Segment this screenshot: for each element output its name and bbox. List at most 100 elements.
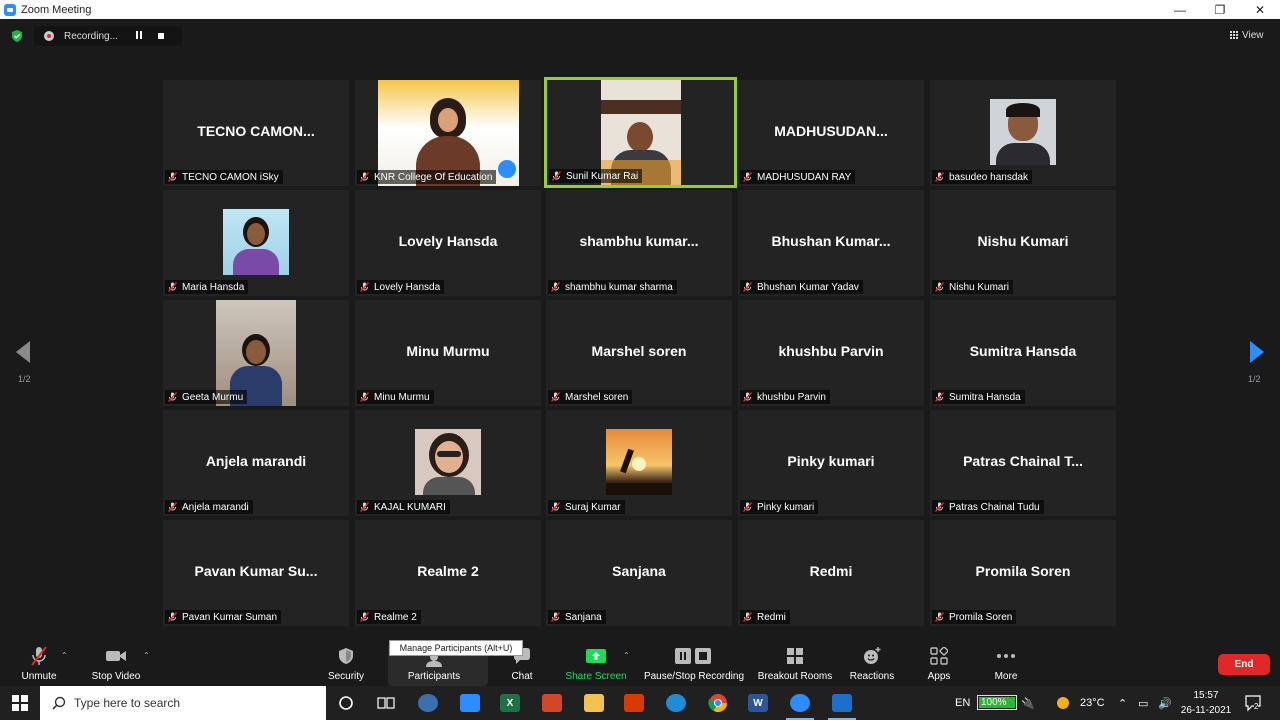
notification-count: 2: [1254, 702, 1259, 711]
participant-tile[interactable]: Sumitra Hansda Sumitra Hansda: [930, 300, 1116, 406]
participant-tile[interactable]: KAJAL KUMARI: [355, 410, 541, 516]
windows-start-icon[interactable]: [0, 686, 40, 720]
participant-tile[interactable]: Marshel soren Marshel soren: [546, 300, 732, 406]
weather-icon[interactable]: [1054, 686, 1072, 720]
file-explorer-icon[interactable]: [574, 686, 614, 720]
edge-browser-icon[interactable]: [656, 686, 696, 720]
view-button[interactable]: View: [1230, 27, 1264, 43]
previous-page-arrow-icon[interactable]: [16, 341, 30, 363]
pause-stop-icon: [674, 645, 714, 667]
participant-name-label: Geeta Murmu: [165, 390, 248, 404]
participant-tile[interactable]: TECNO CAMON... TECNO CAMON iSky: [163, 80, 349, 186]
participant-tile[interactable]: Maria Hansda: [163, 190, 349, 296]
taskbar-clock[interactable]: 15:57 26-11-2021: [1178, 688, 1234, 718]
end-meeting-button[interactable]: End: [1218, 654, 1270, 675]
participant-name-label: Patras Chainal Tudu: [932, 500, 1044, 514]
word-app-icon[interactable]: W: [738, 686, 778, 720]
next-page-arrow-icon[interactable]: [1250, 341, 1264, 363]
video-options-chevron-icon[interactable]: ⌃: [143, 651, 151, 660]
share-options-chevron-icon[interactable]: ⌃: [623, 651, 631, 660]
reactions-button[interactable]: Reactions: [848, 639, 896, 686]
more-dots-icon: [993, 645, 1019, 667]
stop-recording-icon[interactable]: [158, 33, 164, 39]
participant-tile[interactable]: Anjela marandi Anjela marandi: [163, 410, 349, 516]
participant-tile[interactable]: Nishu Kumari Nishu Kumari: [930, 190, 1116, 296]
participant-tile[interactable]: shambhu kumar... shambhu kumar sharma: [546, 190, 732, 296]
security-button[interactable]: Security: [326, 639, 366, 686]
cortana-circle-icon[interactable]: [326, 686, 366, 720]
store-app-icon[interactable]: [450, 686, 490, 720]
show-hidden-icons-chevron-icon[interactable]: ⌃: [1118, 686, 1127, 720]
participant-name: Sumitra Hansda: [949, 391, 1021, 403]
participant-tile[interactable]: Pavan Kumar Su... Pavan Kumar Suman: [163, 520, 349, 626]
share-screen-button[interactable]: Share Screen: [562, 639, 630, 686]
participant-tile[interactable]: Patras Chainal T... Patras Chainal Tudu: [930, 410, 1116, 516]
unmute-button[interactable]: Unmute: [18, 639, 60, 686]
zoom-app-icon[interactable]: [780, 686, 820, 720]
participant-name-label: KNR College Of Education: [357, 170, 497, 184]
muted-mic-icon: [934, 612, 945, 622]
participant-tile[interactable]: Suraj Kumar: [546, 410, 732, 516]
participant-tile[interactable]: Geeta Murmu: [163, 300, 349, 406]
media-app-icon[interactable]: [408, 686, 448, 720]
muted-mic-icon: [167, 172, 178, 182]
participant-tile[interactable]: Bhushan Kumar... Bhushan Kumar Yadav: [738, 190, 924, 296]
office-app-icon[interactable]: [614, 686, 654, 720]
participant-display-name: TECNO CAMON...: [197, 123, 315, 139]
encryption-shield-icon[interactable]: [10, 29, 24, 43]
chrome-browser-icon[interactable]: [698, 686, 738, 720]
participant-tile[interactable]: Promila Soren Promila Soren: [930, 520, 1116, 626]
app-red-icon[interactable]: [532, 686, 572, 720]
participant-tile[interactable]: Minu Murmu Minu Murmu: [355, 300, 541, 406]
participant-video: [606, 429, 672, 495]
participant-name: Pinky kumari: [757, 501, 815, 513]
task-view-icon[interactable]: [366, 686, 406, 720]
volume-icon[interactable]: 🔊: [1158, 686, 1172, 720]
muted-mic-icon: [359, 282, 370, 292]
participant-tile[interactable]: khushbu Parvin khushbu Parvin: [738, 300, 924, 406]
temperature[interactable]: 23°C: [1080, 686, 1105, 720]
taskbar-search-box[interactable]: Type here to search: [40, 686, 326, 720]
excel-app-icon[interactable]: X: [490, 686, 530, 720]
zoom-meeting-app-icon[interactable]: [822, 686, 862, 720]
stop-video-button[interactable]: Stop Video: [90, 639, 142, 686]
participant-name-label: Lovely Hansda: [357, 280, 445, 294]
minimize-button[interactable]: —: [1160, 0, 1200, 19]
notifications-icon[interactable]: 2: [1244, 686, 1264, 720]
muted-mic-icon: [26, 645, 52, 667]
participant-tile[interactable]: KNR College Of Education: [355, 80, 541, 186]
zoom-logo-icon: [4, 3, 16, 16]
muted-mic-icon: [550, 282, 561, 292]
participant-tile[interactable]: MADHUSUDAN... MADHUSUDAN RAY: [738, 80, 924, 186]
participant-display-name: shambhu kumar...: [579, 233, 699, 249]
participant-tile[interactable]: Redmi Redmi: [738, 520, 924, 626]
apps-button[interactable]: Apps: [922, 639, 956, 686]
participant-tile[interactable]: basudeo hansdak: [930, 80, 1116, 186]
language-indicator[interactable]: EN: [955, 686, 970, 720]
participant-name-label: Promila Soren: [932, 610, 1017, 624]
pause-recording-icon[interactable]: [134, 31, 144, 41]
window-titlebar: Zoom Meeting — ❐ ✕: [0, 0, 1280, 19]
participant-tile[interactable]: Realme 2 Realme 2: [355, 520, 541, 626]
battery-indicator[interactable]: 100%: [977, 695, 1017, 710]
participant-name-label: Suraj Kumar: [548, 500, 625, 514]
participant-display-name: Redmi: [809, 563, 853, 579]
audio-options-chevron-icon[interactable]: ⌃: [61, 651, 69, 660]
battery-tray-icon[interactable]: ▭: [1138, 686, 1148, 720]
participant-name-label: KAJAL KUMARI: [357, 500, 450, 514]
unmute-label: Unmute: [21, 671, 57, 682]
grid-icon: [1230, 30, 1239, 40]
maximize-button[interactable]: ❐: [1200, 0, 1240, 19]
participant-tile[interactable]: Sunil Kumar Rai: [544, 77, 737, 188]
more-button[interactable]: More: [988, 639, 1024, 686]
participant-tile[interactable]: Lovely Hansda Lovely Hansda: [355, 190, 541, 296]
muted-mic-icon: [742, 502, 753, 512]
clock-time: 15:57: [1193, 690, 1219, 701]
participant-tile[interactable]: Sanjana Sanjana: [546, 520, 732, 626]
pause-stop-recording-button[interactable]: Pause/Stop Recording: [642, 639, 746, 686]
pause-stop-recording-label: Pause/Stop Recording: [643, 671, 745, 682]
participant-tile[interactable]: Pinky kumari Pinky kumari: [738, 410, 924, 516]
breakout-rooms-button[interactable]: Breakout Rooms: [756, 639, 834, 686]
participant-video: [990, 99, 1056, 165]
close-button[interactable]: ✕: [1240, 0, 1280, 19]
